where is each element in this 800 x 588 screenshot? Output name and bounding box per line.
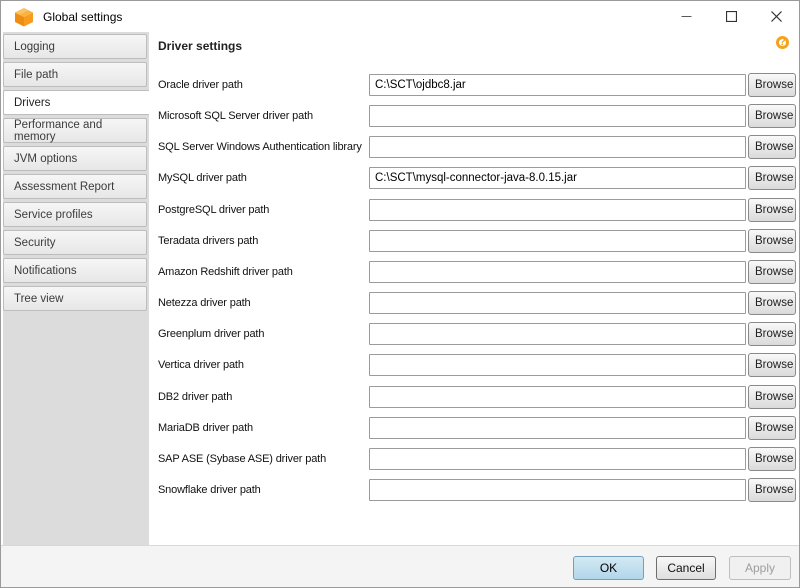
sidebar-item-label: Performance and memory <box>14 119 146 143</box>
row-mysql: MySQL driver path Browse <box>158 166 796 190</box>
minimize-icon <box>681 11 692 22</box>
settings-category-sidebar: Logging File path Drivers Performance an… <box>3 32 149 547</box>
sidebar-item-label: Notifications <box>14 265 77 277</box>
db2-driver-path-label: DB2 driver path <box>158 391 369 403</box>
vertica-driver-path-input[interactable] <box>369 354 746 376</box>
sidebar-item-tree-view[interactable]: Tree view <box>3 286 147 311</box>
sidebar-item-label: JVM options <box>14 153 77 165</box>
sidebar-item-label: Logging <box>14 41 55 53</box>
row-sap-ase: SAP ASE (Sybase ASE) driver path Browse <box>158 447 796 471</box>
snowflake-driver-path-label: Snowflake driver path <box>158 484 369 496</box>
row-db2: DB2 driver path Browse <box>158 385 796 409</box>
sidebar-item-performance-and-memory[interactable]: Performance and memory <box>3 118 147 143</box>
maximize-icon <box>726 11 737 22</box>
browse-netezza-button[interactable]: Browse <box>748 291 796 315</box>
mssql-driver-path-label: Microsoft SQL Server driver path <box>158 110 369 122</box>
browse-teradata-button[interactable]: Browse <box>748 229 796 253</box>
title-bar: Global settings <box>1 1 799 32</box>
driver-settings-panel: Driver settings ? Oracle driver path Bro… <box>149 32 799 547</box>
sidebar-item-service-profiles[interactable]: Service profiles <box>3 202 147 227</box>
oracle-driver-path-label: Oracle driver path <box>158 79 369 91</box>
cancel-button[interactable]: Cancel <box>656 556 716 580</box>
sap-ase-driver-path-label: SAP ASE (Sybase ASE) driver path <box>158 453 369 465</box>
sidebar-item-drivers[interactable]: Drivers <box>3 90 150 115</box>
sidebar-item-label: Security <box>14 237 56 249</box>
browse-greenplum-button[interactable]: Browse <box>748 322 796 346</box>
row-mariadb: MariaDB driver path Browse <box>158 416 796 440</box>
sidebar-item-label: Tree view <box>14 293 63 305</box>
row-postgresql: PostgreSQL driver path Browse <box>158 198 796 222</box>
row-snowflake: Snowflake driver path Browse <box>158 478 796 502</box>
sidebar-item-notifications[interactable]: Notifications <box>3 258 147 283</box>
mariadb-driver-path-input[interactable] <box>369 417 746 439</box>
ok-button[interactable]: OK <box>573 556 644 580</box>
row-oracle: Oracle driver path Browse <box>158 73 796 97</box>
sidebar-item-label: Assessment Report <box>14 181 114 193</box>
sidebar-item-assessment-report[interactable]: Assessment Report <box>3 174 147 199</box>
row-sql-auth-library: SQL Server Windows Authentication librar… <box>158 135 796 159</box>
browse-snowflake-button[interactable]: Browse <box>748 478 796 502</box>
oracle-driver-path-input[interactable] <box>369 74 746 96</box>
minimize-button[interactable] <box>664 1 709 32</box>
browse-vertica-button[interactable]: Browse <box>748 353 796 377</box>
aws-cube-icon <box>14 7 34 27</box>
db2-driver-path-input[interactable] <box>369 386 746 408</box>
browse-mysql-button[interactable]: Browse <box>748 166 796 190</box>
redshift-driver-path-input[interactable] <box>369 261 746 283</box>
vertica-driver-path-label: Vertica driver path <box>158 359 369 371</box>
maximize-button[interactable] <box>709 1 754 32</box>
postgresql-driver-path-label: PostgreSQL driver path <box>158 204 369 216</box>
sql-auth-library-label: SQL Server Windows Authentication librar… <box>158 141 369 153</box>
row-netezza: Netezza driver path Browse <box>158 291 796 315</box>
browse-sap-ase-button[interactable]: Browse <box>748 447 796 471</box>
row-mssql: Microsoft SQL Server driver path Browse <box>158 104 796 128</box>
snowflake-driver-path-input[interactable] <box>369 479 746 501</box>
row-vertica: Vertica driver path Browse <box>158 353 796 377</box>
sidebar-item-file-path[interactable]: File path <box>3 62 147 87</box>
postgresql-driver-path-input[interactable] <box>369 199 746 221</box>
close-button[interactable] <box>754 1 799 32</box>
browse-mariadb-button[interactable]: Browse <box>748 416 796 440</box>
close-icon <box>771 11 782 22</box>
netezza-driver-path-label: Netezza driver path <box>158 297 369 309</box>
sidebar-item-logging[interactable]: Logging <box>3 34 147 59</box>
page-title: Driver settings <box>158 39 242 53</box>
browse-oracle-button[interactable]: Browse <box>748 73 796 97</box>
window-controls <box>664 1 799 32</box>
mysql-driver-path-input[interactable] <box>369 167 746 189</box>
browse-mssql-button[interactable]: Browse <box>748 104 796 128</box>
netezza-driver-path-input[interactable] <box>369 292 746 314</box>
window-title: Global settings <box>43 10 122 24</box>
sidebar-item-jvm-options[interactable]: JVM options <box>3 146 147 171</box>
dialog-footer: OK Cancel Apply <box>1 545 799 587</box>
sidebar-item-label: Service profiles <box>14 209 93 221</box>
teradata-drivers-path-label: Teradata drivers path <box>158 235 369 247</box>
mssql-driver-path-input[interactable] <box>369 105 746 127</box>
browse-db2-button[interactable]: Browse <box>748 385 796 409</box>
sidebar-item-label: Drivers <box>14 97 50 109</box>
apply-button[interactable]: Apply <box>729 556 791 580</box>
sidebar-item-label: File path <box>14 69 58 81</box>
greenplum-driver-path-input[interactable] <box>369 323 746 345</box>
row-redshift: Amazon Redshift driver path Browse <box>158 260 796 284</box>
row-greenplum: Greenplum driver path Browse <box>158 322 796 346</box>
sap-ase-driver-path-input[interactable] <box>369 448 746 470</box>
browse-redshift-button[interactable]: Browse <box>748 260 796 284</box>
global-settings-dialog: Global settings Logging File pat <box>0 0 800 588</box>
mariadb-driver-path-label: MariaDB driver path <box>158 422 369 434</box>
mysql-driver-path-label: MySQL driver path <box>158 172 369 184</box>
sidebar-item-security[interactable]: Security <box>3 230 147 255</box>
teradata-drivers-path-input[interactable] <box>369 230 746 252</box>
browse-sql-auth-button[interactable]: Browse <box>748 135 796 159</box>
redshift-driver-path-label: Amazon Redshift driver path <box>158 266 369 278</box>
greenplum-driver-path-label: Greenplum driver path <box>158 328 369 340</box>
row-teradata: Teradata drivers path Browse <box>158 229 796 253</box>
browse-postgresql-button[interactable]: Browse <box>748 198 796 222</box>
help-icon[interactable]: ? <box>776 36 789 49</box>
sql-auth-library-input[interactable] <box>369 136 746 158</box>
